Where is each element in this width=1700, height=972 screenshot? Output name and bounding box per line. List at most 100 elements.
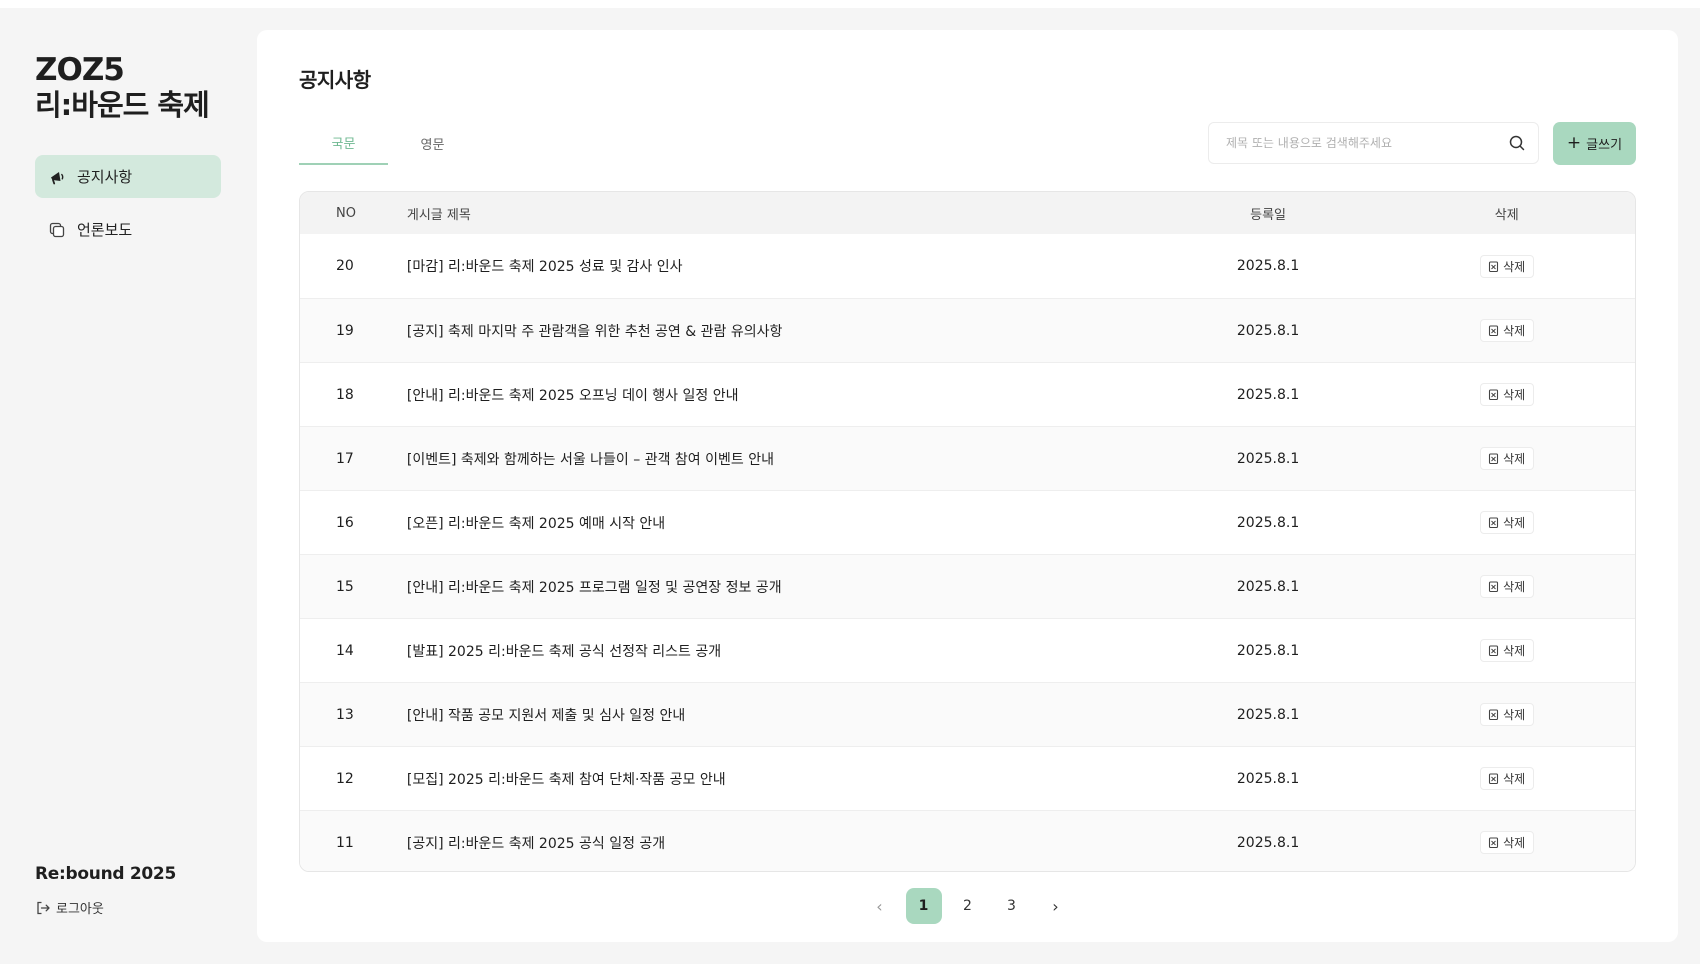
delete-label: 삭제 xyxy=(1503,708,1526,722)
header-title: 게시글 제목 xyxy=(406,207,471,223)
row-title[interactable]: [마감] 리:바운드 축제 2025 성료 및 감사 인사 xyxy=(407,256,1158,276)
logout-label: 로그아웃 xyxy=(56,902,104,917)
plus-icon: + xyxy=(1566,133,1582,153)
delete-button[interactable]: 삭제 xyxy=(1479,831,1534,854)
trash-icon xyxy=(1488,260,1499,272)
row-title[interactable]: [안내] 작품 공모 지원서 제출 및 심사 일정 안내 xyxy=(407,705,1158,725)
trash-icon xyxy=(1488,581,1499,592)
row-delete-cell: 삭제 xyxy=(1378,575,1635,598)
table-row[interactable]: 18 [안내] 리:바운드 축제 2025 오프닝 데이 행사 일정 안내 2025… xyxy=(300,362,1635,426)
logout-button[interactable]: 로그아웃 xyxy=(35,898,104,917)
row-number: 19 xyxy=(336,322,354,339)
row-title[interactable]: [모집] 2025 리:바운드 축제 참여 단체·작품 공모 안내 xyxy=(407,769,1158,789)
app-window: ZOZ5 리:바운드 축제 공지사항 언론보도 Re:bound 2025 로그… xyxy=(0,8,1700,964)
page-1-button[interactable]: 1 xyxy=(905,888,942,924)
delete-button[interactable]: 삭제 xyxy=(1479,767,1534,790)
brand-name: Re:bound 2025 xyxy=(35,864,176,884)
row-delete-cell: 삭제 xyxy=(1378,703,1635,726)
megaphone-icon xyxy=(47,167,67,187)
row-title[interactable]: [오픈] 리:바운드 축제 2025 예매 시작 안내 xyxy=(407,513,1158,533)
row-date: 2025.8.1 xyxy=(1236,258,1300,274)
sidebar: ZOZ5 리:바운드 축제 공지사항 언론보도 Re:bound 2025 로그… xyxy=(0,8,257,964)
page-title: 공지사항 xyxy=(299,68,371,92)
row-date: 2025.8.1 xyxy=(1236,450,1300,467)
logo-title: 리:바운드 축제 xyxy=(35,88,210,122)
table-row[interactable]: 14 [발표] 2025 리:바운드 축제 공식 선정작 리스트 공개 2025.8… xyxy=(300,618,1635,682)
sidebar-item-label: 공지사항 xyxy=(77,168,133,186)
table-body: 20 [마감] 리:바운드 축제 2025 성료 및 감사 인사 2025.8.1 삭… xyxy=(300,234,1635,871)
page-3-button[interactable]: 3 xyxy=(994,888,1030,924)
row-title[interactable]: [발표] 2025 리:바운드 축제 공식 선정작 리스트 공개 xyxy=(407,641,1158,661)
row-delete-cell: 삭제 xyxy=(1378,254,1635,278)
delete-button[interactable]: 삭제 xyxy=(1479,319,1534,342)
row-delete-cell: 삭제 xyxy=(1378,383,1635,406)
main-panel: 공지사항 국문 영문 + 글쓰기 NO 게시글 제목 등록일 삭제 xyxy=(257,30,1678,942)
logo[interactable]: ZOZ5 리:바운드 축제 xyxy=(35,52,210,123)
table-row[interactable]: 12 [모집] 2025 리:바운드 축제 참여 단체·작품 공모 안내 2025.… xyxy=(300,746,1635,810)
table-row[interactable]: 11 [공지] 리:바운드 축제 2025 공식 일정 공개 2025.8.1 삭제 xyxy=(300,810,1635,871)
table-row[interactable]: 16 [오픈] 리:바운드 축제 2025 예매 시작 안내 2025.8.1 삭제 xyxy=(300,490,1635,554)
delete-button[interactable]: 삭제 xyxy=(1479,703,1534,726)
write-button[interactable]: + 글쓰기 xyxy=(1553,122,1636,165)
table-row[interactable]: 19 [공지] 축제 마지막 주 관람객을 위한 추천 공연 & 관람 유의사항 2… xyxy=(300,298,1635,362)
table-header: NO 게시글 제목 등록일 삭제 xyxy=(300,192,1635,234)
delete-label: 삭제 xyxy=(1503,516,1526,530)
row-number: 14 xyxy=(336,642,354,659)
trash-icon xyxy=(1488,645,1499,656)
row-date: 2025.8.1 xyxy=(1236,770,1300,787)
row-date: 2025.8.1 xyxy=(1236,514,1300,531)
row-number: 20 xyxy=(336,258,354,274)
table-row[interactable]: 17 [이벤트] 축제와 함께하는 서울 나들이 – 관객 참여 이벤트 안내 20… xyxy=(300,426,1635,490)
sidebar-item-press[interactable]: 언론보도 xyxy=(35,208,221,251)
logo-year: ZOZ5 xyxy=(35,52,125,88)
prev-page-button[interactable]: ‹ xyxy=(862,888,898,924)
tab-english[interactable]: 영문 xyxy=(388,122,477,165)
row-date: 2025.8.1 xyxy=(1236,642,1300,659)
page-2-button[interactable]: 2 xyxy=(950,888,986,924)
row-title[interactable]: [공지] 축제 마지막 주 관람객을 위한 추천 공연 & 관람 유의사항 xyxy=(407,321,1158,341)
delete-label: 삭제 xyxy=(1503,324,1526,338)
next-page-button[interactable]: › xyxy=(1038,888,1074,924)
delete-label: 삭제 xyxy=(1503,388,1526,402)
sidebar-nav: 공지사항 언론보도 xyxy=(35,155,221,261)
row-number: 15 xyxy=(336,578,354,595)
table-row[interactable]: 15 [안내] 리:바운드 축제 2025 프로그램 일정 및 공연장 정보 공개… xyxy=(300,554,1635,618)
trash-icon xyxy=(1488,709,1499,720)
row-number: 16 xyxy=(336,514,354,531)
delete-label: 삭제 xyxy=(1503,836,1526,850)
delete-button[interactable]: 삭제 xyxy=(1479,383,1534,406)
row-title[interactable]: [안내] 리:바운드 축제 2025 오프닝 데이 행사 일정 안내 xyxy=(407,385,1158,405)
documents-icon xyxy=(47,220,67,240)
row-delete-cell: 삭제 xyxy=(1378,831,1635,854)
row-delete-cell: 삭제 xyxy=(1378,319,1635,342)
delete-button[interactable]: 삭제 xyxy=(1479,639,1534,662)
row-number: 12 xyxy=(336,770,354,787)
trash-icon xyxy=(1488,837,1499,848)
logout-icon xyxy=(35,900,51,916)
sidebar-item-notices[interactable]: 공지사항 xyxy=(35,155,221,198)
delete-button[interactable]: 삭제 xyxy=(1479,447,1534,470)
row-title[interactable]: [안내] 리:바운드 축제 2025 프로그램 일정 및 공연장 정보 공개 xyxy=(407,577,1158,597)
trash-icon xyxy=(1488,517,1499,528)
delete-label: 삭제 xyxy=(1503,259,1526,274)
row-delete-cell: 삭제 xyxy=(1378,511,1635,534)
delete-button[interactable]: 삭제 xyxy=(1479,254,1534,278)
row-date: 2025.8.1 xyxy=(1236,834,1300,851)
search-input[interactable] xyxy=(1226,136,1508,150)
row-date: 2025.8.1 xyxy=(1236,386,1300,403)
pagination: ‹ 1 2 3 › xyxy=(257,888,1678,924)
delete-label: 삭제 xyxy=(1503,452,1526,466)
delete-button[interactable]: 삭제 xyxy=(1479,511,1534,534)
row-title[interactable]: [이벤트] 축제와 함께하는 서울 나들이 – 관객 참여 이벤트 안내 xyxy=(407,449,1158,469)
table-row[interactable]: 13 [안내] 작품 공모 지원서 제출 및 심사 일정 안내 2025.8.1 삭제 xyxy=(300,682,1635,746)
delete-button[interactable]: 삭제 xyxy=(1479,575,1534,598)
row-number: 13 xyxy=(336,706,354,723)
search-icon[interactable] xyxy=(1508,134,1526,152)
table-row[interactable]: 20 [마감] 리:바운드 축제 2025 성료 및 감사 인사 2025.8.1 삭… xyxy=(300,234,1635,298)
write-label: 글쓰기 xyxy=(1586,138,1623,153)
row-title[interactable]: [공지] 리:바운드 축제 2025 공식 일정 공개 xyxy=(407,833,1158,853)
notice-table: NO 게시글 제목 등록일 삭제 20 [마감] 리:바운드 축제 2025 성료… xyxy=(299,191,1636,872)
trash-icon xyxy=(1488,453,1499,464)
tab-korean[interactable]: 국문 xyxy=(299,122,388,165)
trash-icon xyxy=(1488,773,1499,784)
